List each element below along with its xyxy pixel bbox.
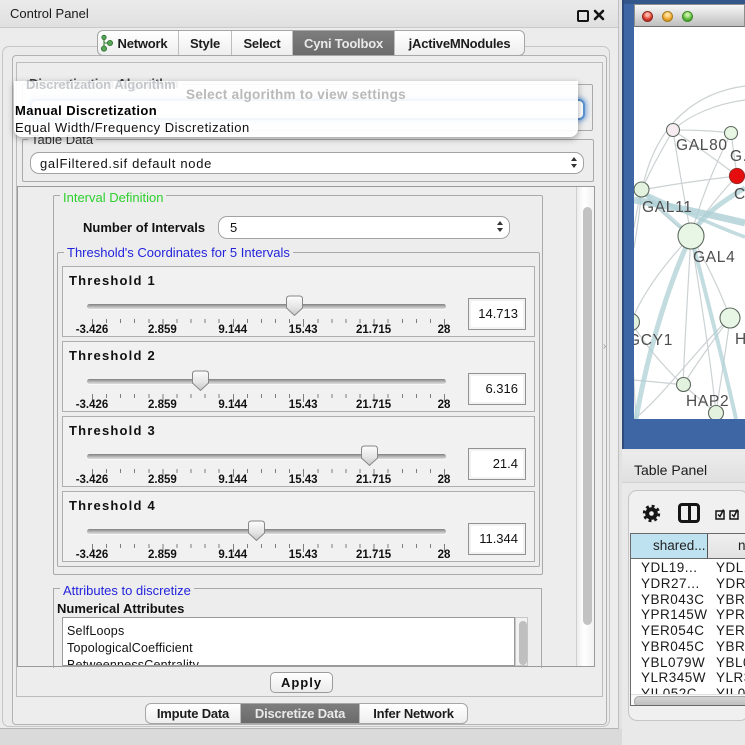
svg-text:GCY1: GCY1 [634, 332, 673, 349]
svg-text:HAP2: HAP2 [686, 393, 729, 410]
svg-text:GAL11: GAL11 [642, 199, 693, 216]
svg-text:GAL80: GAL80 [676, 137, 728, 154]
svg-text:H: H [735, 331, 745, 348]
svg-text:GAL4: GAL4 [693, 249, 735, 266]
svg-text:G.: G. [730, 148, 745, 165]
svg-text:C: C [734, 186, 745, 203]
